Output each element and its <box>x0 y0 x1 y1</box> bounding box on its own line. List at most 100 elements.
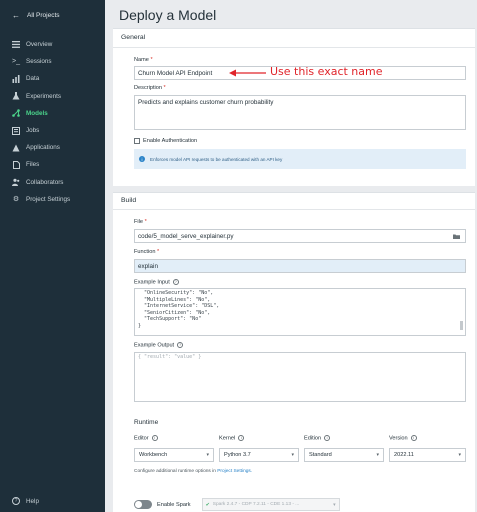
info-icon: i <box>324 435 331 441</box>
enable-spark-toggle[interactable] <box>134 500 152 509</box>
applications-icon <box>12 144 20 152</box>
code-line: } <box>138 322 142 329</box>
enable-authentication-label: Enable Authentication <box>143 138 198 144</box>
function-label: Function * <box>134 249 160 255</box>
spark-version-select[interactable]: ✔ Spark 2.4.7 - CDP 7.2.11 - CDE 1.13 - … <box>201 498 340 511</box>
chevron-down-icon: ▾ <box>206 452 209 458</box>
jobs-icon <box>12 126 20 135</box>
sidebar-item-label: Collaborators <box>26 178 64 186</box>
enable-spark-row: Enable Spark ✔ Spark 2.4.7 - CDP 7.2.11 … <box>134 498 340 511</box>
file-label: File * <box>134 219 147 225</box>
edition-select[interactable]: Standard ▾ <box>304 448 384 462</box>
info-icon: i <box>410 435 417 441</box>
main-content: Deploy a Model General Name * Churn Mode… <box>105 0 477 512</box>
example-input-label: Example Input? <box>134 279 179 286</box>
description-label: Description * <box>134 85 166 91</box>
kernel-select-value: Python 3.7 <box>224 452 251 458</box>
models-icon <box>12 109 20 118</box>
sidebar-item-applications[interactable]: Applications <box>0 139 105 156</box>
sidebar-item-sessions[interactable]: >_ Sessions <box>0 53 105 70</box>
divider <box>113 209 475 210</box>
description-textarea[interactable]: Predicts and explains customer churn pro… <box>134 95 466 130</box>
app-root: ← All Projects Overview >_ Sessions Data <box>0 0 477 512</box>
sidebar-item-label: Models <box>26 109 48 117</box>
version-select-value: 2022.11 <box>394 452 414 458</box>
help-icon: ? <box>12 497 20 505</box>
version-select[interactable]: 2022.11 ▾ <box>389 448 466 462</box>
sidebar-item-files[interactable]: Files <box>0 156 105 173</box>
name-input-value: Churn Model API Endpoint <box>138 70 213 77</box>
file-input-value: code/5_model_serve_explainer.py <box>138 233 234 240</box>
edition-select-value: Standard <box>309 452 332 458</box>
check-icon: ✔ <box>205 501 210 508</box>
back-link-label: All Projects <box>27 12 60 19</box>
function-input-value: explain <box>138 263 158 270</box>
info-icon: ? <box>172 279 179 285</box>
sidebar-nav: Overview >_ Sessions Data Experiments Mo… <box>0 36 105 208</box>
info-icon: i <box>139 156 145 162</box>
sidebar-item-experiments[interactable]: Experiments <box>0 88 105 105</box>
enable-spark-label: Enable Spark <box>157 501 191 508</box>
spark-version-value: Spark 2.4.7 - CDP 7.2.11 - CDE 1.13 - ..… <box>212 502 300 507</box>
general-card: General Name * Churn Model API Endpoint … <box>113 28 475 186</box>
sidebar-item-jobs[interactable]: Jobs <box>0 122 105 139</box>
runtime-config-note: Configure additional runtime options in … <box>134 469 252 474</box>
sidebar-item-label: Applications <box>26 144 60 152</box>
sidebar-item-label: Project Settings <box>26 195 71 203</box>
authentication-info-text: Enforces model API requests to be authen… <box>150 156 283 162</box>
description-textarea-value: Predicts and explains customer churn pro… <box>138 99 274 106</box>
info-icon: i <box>238 435 245 441</box>
experiments-icon <box>12 92 20 100</box>
name-label: Name * <box>134 57 153 63</box>
sidebar-item-collaborators[interactable]: Collaborators <box>0 174 105 191</box>
sidebar-item-label: Sessions <box>26 58 52 66</box>
code-line: { "result": "value" } <box>138 354 202 360</box>
file-input[interactable]: code/5_model_serve_explainer.py <box>134 229 466 243</box>
function-input[interactable]: explain <box>134 259 466 273</box>
sidebar: ← All Projects Overview >_ Sessions Data <box>0 0 105 512</box>
example-output-editor[interactable]: { "result": "value" } <box>134 352 466 402</box>
scrollbar[interactable] <box>460 321 463 330</box>
chevron-down-icon: ▾ <box>376 452 379 458</box>
enable-authentication-checkbox[interactable] <box>134 138 140 144</box>
annotation-text: Use this exact name <box>270 65 383 78</box>
help-label: Help <box>26 497 39 505</box>
general-section-title: General <box>121 34 146 41</box>
sidebar-item-label: Files <box>26 161 40 169</box>
project-settings-link[interactable]: Project Settings. <box>217 469 252 474</box>
editor-select[interactable]: Workbench ▾ <box>134 448 214 462</box>
sidebar-item-project-settings[interactable]: ⚙ Project Settings <box>0 191 105 208</box>
runtime-section-title: Runtime <box>134 419 159 426</box>
sidebar-item-overview[interactable]: Overview <box>0 36 105 53</box>
kernel-select[interactable]: Python 3.7 ▾ <box>219 448 299 462</box>
arrow-left-icon: ← <box>12 11 20 20</box>
settings-icon: ⚙ <box>12 196 20 204</box>
sidebar-item-models[interactable]: Models <box>0 105 105 122</box>
runtime-config-text: Configure additional runtime options in <box>134 469 216 474</box>
back-to-projects-link[interactable]: ← All Projects <box>12 11 60 20</box>
terminal-icon: >_ <box>12 58 20 66</box>
chevron-down-icon: ▾ <box>291 452 294 458</box>
folder-icon[interactable] <box>453 234 460 239</box>
example-output-label: Example Output? <box>134 342 184 349</box>
sidebar-item-data[interactable]: Data <box>0 70 105 87</box>
editor-select-value: Workbench <box>139 452 168 458</box>
divider <box>113 47 475 48</box>
editor-label: Editor i <box>134 435 158 441</box>
help-link[interactable]: ? Help <box>12 497 39 505</box>
data-icon <box>12 74 20 83</box>
info-icon: ? <box>177 342 184 348</box>
sidebar-item-label: Overview <box>26 41 53 49</box>
example-input-editor[interactable]: "OnlineSecurity": "No", "MultipleLines":… <box>134 288 466 336</box>
collaborators-icon <box>12 178 20 187</box>
enable-authentication-checkbox-row[interactable]: Enable Authentication <box>134 138 197 144</box>
version-label: Version i <box>389 435 417 441</box>
sidebar-item-label: Jobs <box>26 127 40 135</box>
authentication-info-banner: i Enforces model API requests to be auth… <box>134 149 466 169</box>
chevron-down-icon: ▾ <box>458 452 461 458</box>
overview-icon <box>12 41 20 49</box>
chevron-down-icon: ▾ <box>333 502 336 508</box>
info-icon: i <box>151 435 158 441</box>
files-icon <box>12 160 20 169</box>
sidebar-item-label: Data <box>26 75 40 83</box>
